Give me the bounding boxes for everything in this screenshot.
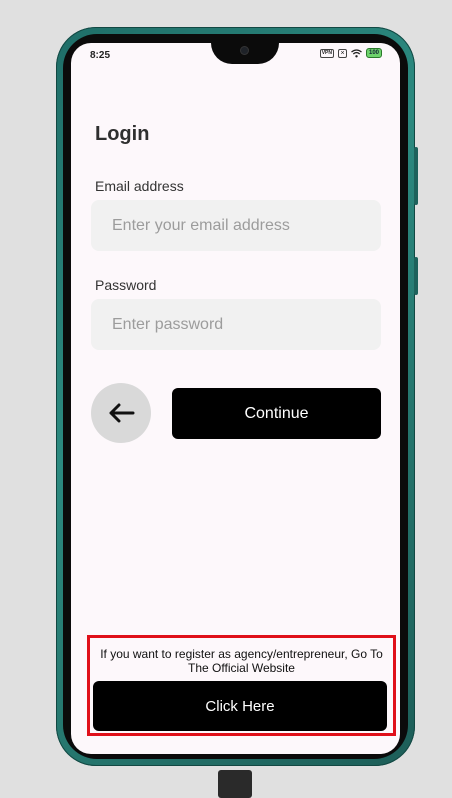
vpn-icon: VPN (319, 48, 334, 58)
status-icons: VPN × 100 (319, 48, 382, 58)
camera-notch (211, 43, 279, 64)
continue-button[interactable]: Continue (172, 388, 381, 439)
back-button[interactable] (91, 383, 151, 443)
password-label: Password (95, 277, 157, 293)
email-field[interactable] (91, 200, 381, 251)
phone-frame: 8:25 VPN × 100 Login Email address Passw… (56, 27, 418, 766)
click-here-button[interactable]: Click Here (93, 681, 387, 731)
system-nav-bar (71, 748, 400, 754)
charging-cable (218, 770, 252, 798)
status-time: 8:25 (90, 50, 111, 61)
wifi-icon (351, 48, 362, 57)
phone-screen: 8:25 VPN × 100 Login Email address Passw… (71, 43, 400, 754)
arrow-left-icon (109, 403, 135, 423)
no-sim-icon: × (337, 48, 347, 58)
front-camera-icon (240, 46, 249, 55)
register-info-text: If you want to register as agency/entrep… (100, 647, 383, 675)
email-label: Email address (95, 178, 184, 194)
volume-button (414, 147, 418, 205)
power-button (414, 257, 418, 295)
password-field[interactable] (91, 299, 381, 350)
battery-icon: 100 (365, 48, 382, 58)
page-title: Login (95, 123, 150, 145)
register-section: If you want to register as agency/entrep… (87, 635, 396, 736)
